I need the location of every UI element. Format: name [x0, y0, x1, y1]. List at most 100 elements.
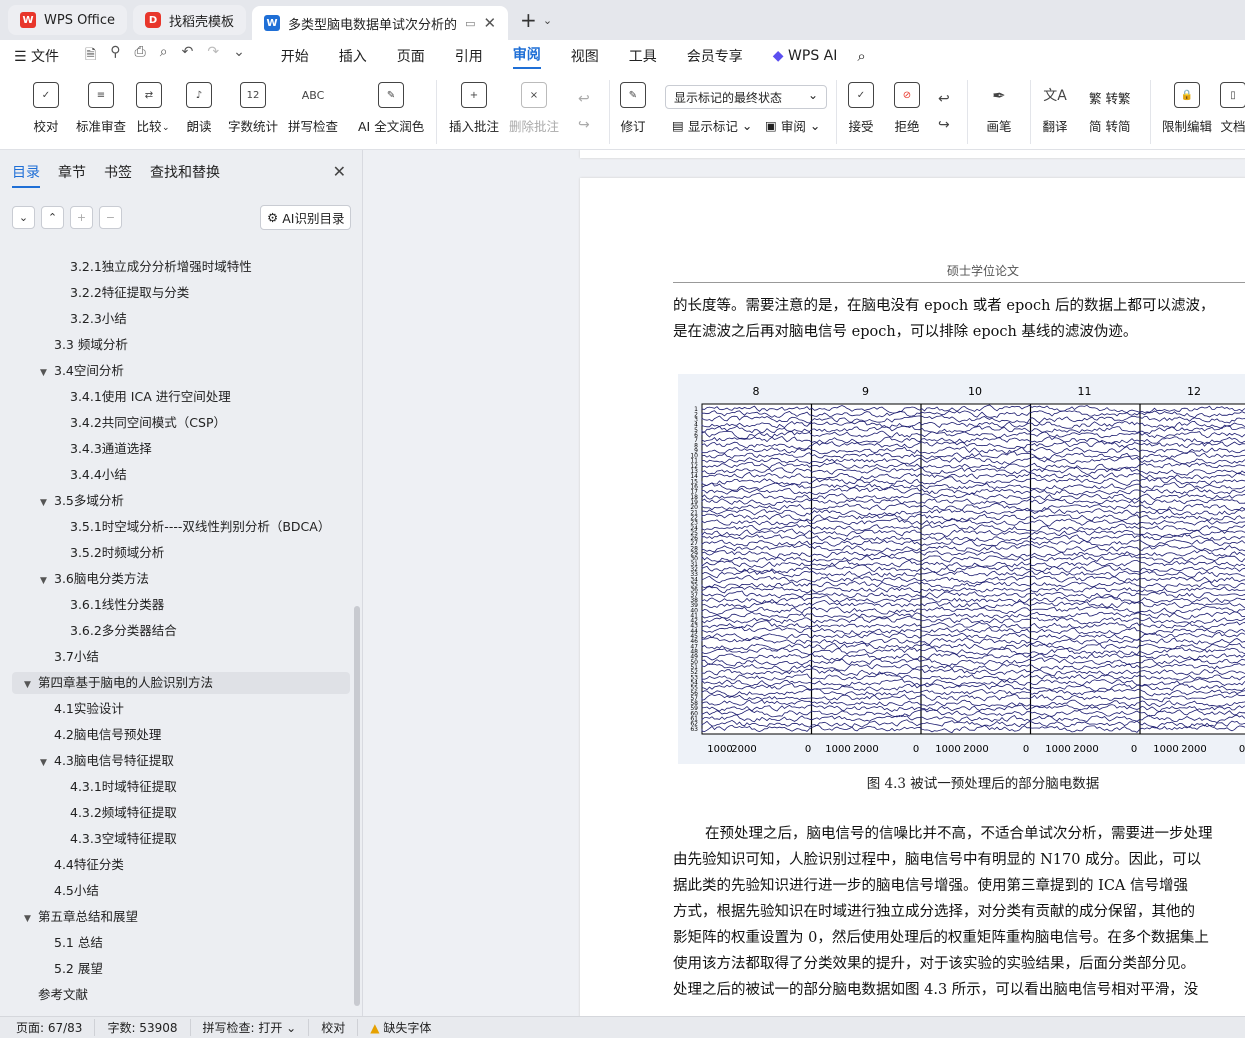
toc-item[interactable]: 3.4.4小结	[0, 464, 350, 486]
document-page[interactable]: 硕士学位论文 的长度等。需要注意的是，在脑电没有 epoch 或者 epoch …	[580, 178, 1245, 1016]
toc-item[interactable]: 4.5小结	[0, 880, 350, 902]
missing-font-status[interactable]: ▲ 缺失字体	[358, 1019, 443, 1036]
ai-toc-button[interactable]: ⚙ AI识别目录	[260, 205, 352, 230]
menu-view[interactable]: 视图	[571, 46, 599, 66]
document-button[interactable]: ▯ 文档	[1220, 82, 1245, 135]
change-nav-icons[interactable]: ↩ ↪	[938, 86, 950, 138]
toc-item[interactable]: 3.4.1使用 ICA 进行空间处理	[0, 386, 350, 408]
expand-triangle-icon[interactable]: ▼	[40, 362, 54, 384]
pen-button[interactable]: ✒ 画笔	[986, 82, 1012, 135]
word-count-button[interactable]: 12 字数统计	[228, 82, 278, 135]
toc-item[interactable]: 3.2.1独立成分分析增强时域特性	[0, 256, 350, 278]
toc-item[interactable]: 3.2.3小结	[0, 308, 350, 330]
more-chevron-icon[interactable]: ⌄	[233, 44, 245, 68]
toc-item[interactable]: 4.1实验设计	[0, 698, 350, 720]
menu-insert[interactable]: 插入	[339, 46, 367, 66]
page-indicator[interactable]: 页面: 67/83	[16, 1019, 96, 1036]
proofread-button[interactable]: ✓ 校对	[33, 82, 59, 135]
toc-item[interactable]: ▼ 4.3脑电信号特征提取	[0, 750, 350, 772]
to-simplified-button[interactable]: 简转简	[1089, 116, 1131, 135]
expand-triangle-icon[interactable]: ▼	[40, 570, 54, 592]
toc-item[interactable]: 3.6.2多分类器结合	[0, 620, 350, 642]
tab-document[interactable]: W 多类型脑电数据单试次分析的 ▭ ✕	[252, 6, 509, 40]
accept-button[interactable]: ✓ 接受	[848, 82, 874, 135]
toc-item[interactable]: 4.3.3空域特征提取	[0, 828, 350, 850]
toc-item[interactable]: 4.4特征分类	[0, 854, 350, 876]
new-tab-icon[interactable]: +	[520, 8, 537, 32]
spell-check-button[interactable]: ABC 拼写检查	[288, 82, 338, 135]
search-icon[interactable]: ⌕	[857, 47, 865, 65]
compare-button[interactable]: ⇄ 比较 ⌄	[136, 82, 170, 135]
delete-comment-button[interactable]: × 删除批注	[509, 82, 559, 135]
revise-button[interactable]: ✎ 修订	[620, 82, 646, 135]
menu-start[interactable]: 开始	[281, 46, 309, 66]
menu-page[interactable]: 页面	[397, 46, 425, 66]
tab-bookmark[interactable]: 书签	[104, 162, 132, 188]
spell-check-status[interactable]: 拼写检查: 打开 ⌄	[191, 1019, 310, 1036]
expand-triangle-icon[interactable]: ▼	[40, 492, 54, 514]
save-icon[interactable]: 🗎	[85, 44, 96, 68]
menu-tools[interactable]: 工具	[629, 46, 657, 66]
toc-item[interactable]: 4.3.1时域特征提取	[0, 776, 350, 798]
show-markup-button[interactable]: ▤ 显示标记 ⌄	[672, 116, 752, 135]
expand-triangle-icon[interactable]: ▼	[24, 908, 38, 930]
link-icon[interactable]: ⚲	[110, 44, 120, 68]
tab-find-replace[interactable]: 查找和替换	[150, 162, 220, 188]
toc-item[interactable]: 3.6.1线性分类器	[0, 594, 350, 616]
expand-triangle-icon[interactable]: ▼	[24, 674, 38, 696]
review-pane-button[interactable]: ▣ 审阅 ⌄	[765, 116, 820, 135]
toc-item[interactable]: ▼ 3.4空间分析	[0, 360, 350, 382]
wps-ai-menu[interactable]: ◆ WPS AI	[773, 48, 838, 64]
toc-item[interactable]: 5.2 展望	[0, 958, 350, 980]
toc-item[interactable]: 3.3 频域分析	[0, 334, 350, 356]
tab-wps-office[interactable]: W WPS Office	[8, 5, 128, 35]
toc-item[interactable]: ▼ 3.6脑电分类方法	[0, 568, 350, 590]
restrict-edit-button[interactable]: 🔒 限制编辑	[1162, 82, 1212, 135]
tab-docer[interactable]: D 找稻壳模板	[133, 5, 247, 35]
toc-item[interactable]: 3.5.1时空域分析----双线性判别分析（BDCA）	[0, 516, 350, 538]
toc-item[interactable]: 参考文献	[0, 984, 350, 1006]
proofread-status[interactable]: 校对	[309, 1019, 359, 1036]
toc-item[interactable]: ▼ 第五章总结和展望	[0, 906, 350, 928]
word-count-status[interactable]: 字数: 53908	[95, 1019, 191, 1036]
toc-item[interactable]: 3.4.2共同空间模式（CSP）	[0, 412, 350, 434]
tab-toc[interactable]: 目录	[12, 162, 40, 188]
toc-item[interactable]: 3.5.2时频域分析	[0, 542, 350, 564]
toc-item[interactable]: ▼ 3.5多域分析	[0, 490, 350, 512]
add-icon[interactable]: +	[70, 206, 93, 229]
remove-icon[interactable]: −	[99, 206, 122, 229]
chevron-down-icon[interactable]: ⌄	[543, 14, 552, 27]
toc-item[interactable]: 3.2.2特征提取与分类	[0, 282, 350, 304]
file-menu[interactable]: ☰ 文件	[14, 46, 59, 66]
toc-item[interactable]: 5.1 总结	[0, 932, 350, 954]
toc-item[interactable]: ▼ 第四章基于脑电的人脸识别方法	[12, 672, 350, 694]
reject-button[interactable]: ⊘ 拒绝	[894, 82, 920, 135]
menu-review[interactable]: 审阅	[512, 44, 541, 69]
read-aloud-button[interactable]: ♪ 朗读	[186, 82, 212, 135]
print-preview-icon[interactable]: ⌕	[160, 44, 168, 68]
standard-review-button[interactable]: ≡ 标准审查	[76, 82, 126, 135]
toc-scrollbar[interactable]	[354, 606, 360, 1006]
monitor-icon[interactable]: ▭	[465, 17, 475, 30]
expand-triangle-icon[interactable]: ▼	[40, 752, 54, 774]
print-icon[interactable]: ⎙	[135, 44, 146, 68]
to-traditional-button[interactable]: 繁转繁	[1089, 88, 1131, 107]
menu-member[interactable]: 会员专享	[687, 46, 743, 66]
markup-state-select[interactable]: 显示标记的最终状态 ⌄	[665, 85, 827, 109]
toc-item[interactable]: 3.7小结	[0, 646, 350, 668]
undo-icon[interactable]: ↶	[182, 44, 194, 68]
collapse-up-icon[interactable]: ⌃	[41, 206, 64, 229]
toc-item[interactable]: 3.4.3通道选择	[0, 438, 350, 460]
translate-button[interactable]: 文A 翻译	[1042, 82, 1068, 135]
redo-icon[interactable]: ↷	[207, 44, 219, 68]
toc-item[interactable]: 4.2脑电信号预处理	[0, 724, 350, 746]
tab-chapter[interactable]: 章节	[58, 162, 86, 188]
ai-polish-button[interactable]: ✎ AI 全文润色	[358, 82, 424, 135]
close-tab-icon[interactable]: ✕	[483, 14, 496, 32]
close-panel-icon[interactable]: ✕	[333, 162, 346, 181]
expand-down-icon[interactable]: ⌄	[12, 206, 35, 229]
toc-item[interactable]: 4.3.2频域特征提取	[0, 802, 350, 824]
insert-comment-button[interactable]: + 插入批注	[449, 82, 499, 135]
comment-nav-icons[interactable]: ↩ ↪	[578, 86, 590, 138]
menu-reference[interactable]: 引用	[455, 46, 483, 66]
